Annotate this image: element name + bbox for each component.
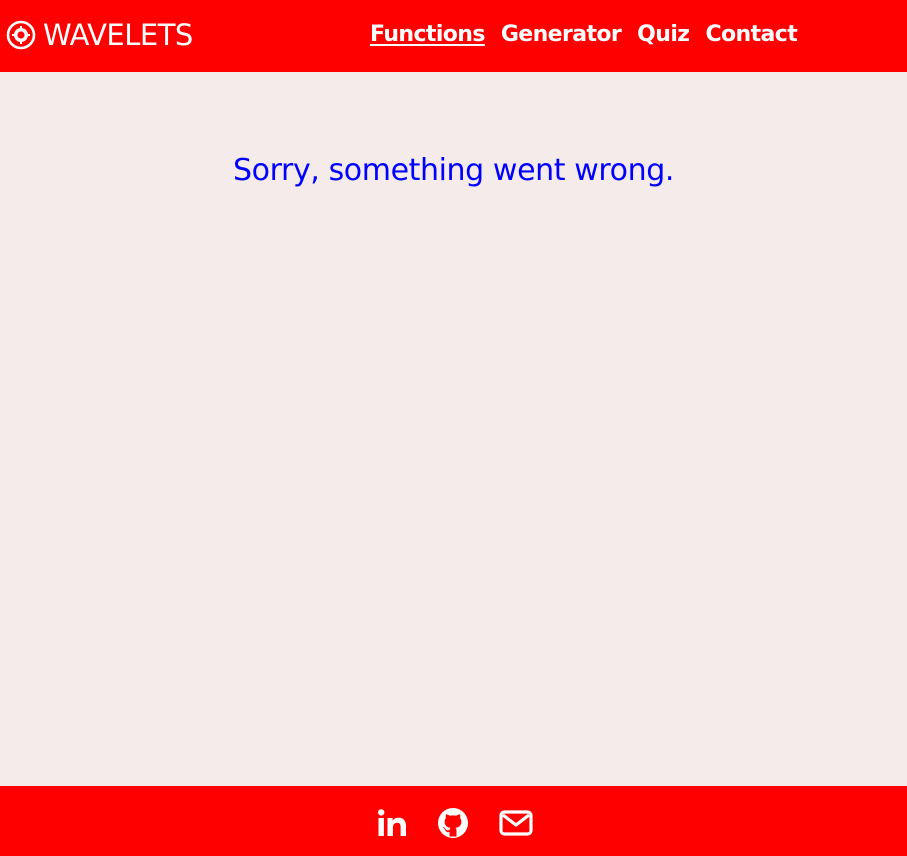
site-header: WAVELETS Functions Generator Quiz Contac… (0, 0, 907, 72)
error-message: Sorry, something went wrong. (233, 153, 674, 188)
site-footer (0, 786, 907, 856)
brand-name: WAVELETS (43, 18, 193, 52)
nav-contact[interactable]: Contact (705, 20, 797, 50)
mail-link[interactable] (499, 806, 533, 840)
linkedin-icon (377, 808, 407, 838)
nav-quiz[interactable]: Quiz (637, 20, 690, 50)
mail-icon (499, 809, 533, 837)
logo-icon (6, 20, 36, 50)
main-nav: Functions Generator Quiz Contact (370, 20, 798, 50)
nav-generator[interactable]: Generator (501, 20, 622, 50)
linkedin-link[interactable] (376, 806, 408, 840)
nav-functions[interactable]: Functions (370, 20, 485, 50)
github-link[interactable] (437, 806, 469, 840)
brand-link[interactable]: WAVELETS (6, 17, 193, 53)
github-icon (437, 807, 469, 839)
